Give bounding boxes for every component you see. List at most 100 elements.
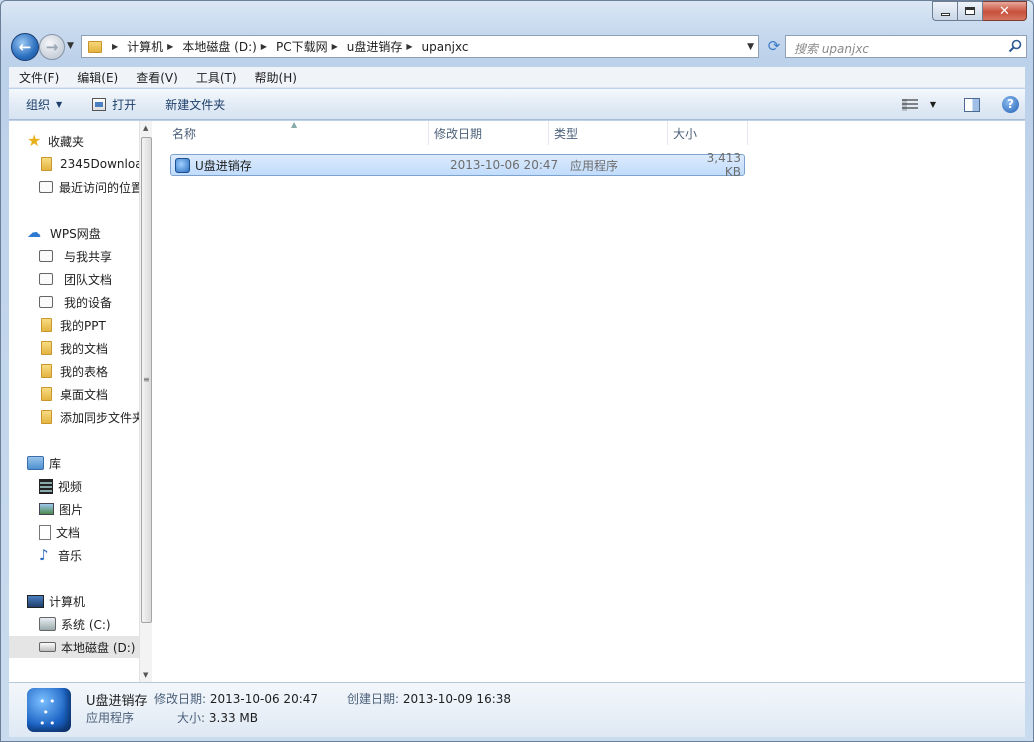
breadcrumb-separator-icon[interactable]: ▶ <box>406 42 412 51</box>
tree-drive-d[interactable]: 本地磁盘 (D:) <box>9 636 139 658</box>
breadcrumb-separator-icon[interactable]: ▶ <box>261 42 267 51</box>
file-list: ▲ 名称 修改日期 类型 大小 U盘进销存 2013-10-06 20:47 应用… <box>154 120 1025 682</box>
maximize-button[interactable] <box>958 1 983 21</box>
close-button[interactable]: ✕ <box>983 1 1027 21</box>
breadcrumb-upanjxc[interactable]: upanjxc <box>422 40 469 54</box>
column-type[interactable]: 类型 <box>549 121 668 145</box>
menu-file[interactable]: 文件(F) <box>9 69 67 86</box>
tree-wps-item[interactable]: 我的PPT <box>41 314 106 336</box>
drive-label: 本地磁盘 (D:) <box>61 640 136 655</box>
scroll-down-icon[interactable]: ▼ <box>143 671 148 679</box>
wps-item-label: 我的表格 <box>60 364 109 379</box>
breadcrumb-separator-icon[interactable]: ▶ <box>167 42 173 51</box>
column-modified[interactable]: 修改日期 <box>429 121 549 145</box>
wps-item-label: 我的PPT <box>60 318 106 333</box>
team-icon <box>39 273 53 285</box>
menu-view[interactable]: 查看(V) <box>126 69 186 86</box>
forward-button[interactable]: → <box>39 34 65 60</box>
details-created-label: 创建日期: <box>347 692 400 706</box>
menu-tools[interactable]: 工具(T) <box>186 69 245 86</box>
breadcrumb-separator-icon[interactable]: ▶ <box>112 42 118 51</box>
navigation-pane: ★ 收藏夹 2345Downloads 最近访问的位置 ☁ WPS网盘 与我共享 团… <box>9 121 152 682</box>
refresh-icon[interactable]: ⟳ <box>765 37 783 55</box>
dice-app-icon <box>27 688 71 732</box>
breadcrumb-upan-jxc[interactable]: u盘进销存 <box>347 38 403 55</box>
close-icon: ✕ <box>999 3 1010 19</box>
tree-library-item[interactable]: 视频 <box>39 475 82 497</box>
navigation-bar: ← → ▼ ▶ 计算机 ▶ 本地磁盘 (D:) ▶ PC下载网 ▶ u盘进销存 … <box>9 31 1027 61</box>
open-button[interactable]: 打开 <box>92 96 136 113</box>
library-item-label: 视频 <box>58 479 83 494</box>
file-size: 3,413 KB <box>706 151 741 179</box>
tree-drive-c[interactable]: 系统 (C:) <box>39 613 111 635</box>
minimize-button[interactable] <box>932 1 958 21</box>
video-icon <box>39 478 53 494</box>
view-options-chevron-icon[interactable]: ▼ <box>930 100 936 109</box>
tree-library-item[interactable]: ♪ 音乐 <box>39 544 82 566</box>
breadcrumb-computer[interactable]: 计算机 <box>127 38 163 55</box>
scroll-up-icon[interactable]: ▲ <box>143 124 148 132</box>
change-view-icon[interactable] <box>901 98 918 111</box>
tree-wps-item[interactable]: 我的文档 <box>41 337 108 359</box>
back-button[interactable]: ← <box>11 33 39 61</box>
tree-favorites[interactable]: ★ 收藏夹 <box>27 130 84 152</box>
chevron-down-icon: ▼ <box>56 99 63 109</box>
search-box[interactable]: 搜索 upanjxc <box>785 35 1027 58</box>
computer-label: 计算机 <box>49 594 86 609</box>
new-folder-button[interactable]: 新建文件夹 <box>165 96 225 113</box>
column-size-label: 大小 <box>673 127 698 141</box>
tree-wps-item[interactable]: 我的设备 <box>39 291 112 313</box>
tree-favorite-item[interactable]: 2345Downloads <box>41 153 152 175</box>
minimize-icon <box>940 12 950 16</box>
details-pane: U盘进销存 应用程序 修改日期: 2013-10-06 20:47 大小: 3.… <box>9 682 1025 737</box>
tree-wps-item[interactable]: 与我共享 <box>39 245 112 267</box>
breadcrumb-drive-d[interactable]: 本地磁盘 (D:) <box>182 38 256 55</box>
column-name[interactable]: ▲ 名称 <box>154 120 429 145</box>
menu-edit[interactable]: 编辑(E) <box>67 69 126 86</box>
tree-computer[interactable]: 计算机 <box>27 590 85 612</box>
search-icon[interactable] <box>1008 39 1022 53</box>
navigation-scrollbar[interactable]: ▲ ≡ ▼ <box>139 121 152 682</box>
folder-icon <box>41 318 52 332</box>
library-item-label: 图片 <box>59 502 84 517</box>
folder-icon <box>41 157 52 171</box>
wps-label: WPS网盘 <box>50 226 101 241</box>
search-placeholder: 搜索 upanjxc <box>794 42 870 56</box>
tree-library-item[interactable]: 图片 <box>39 498 83 520</box>
explorer-window: ✕ ← → ▼ ▶ 计算机 ▶ 本地磁盘 (D:) ▶ PC下载网 ▶ u盘进销… <box>0 0 1034 742</box>
tree-favorite-item[interactable]: 最近访问的位置 <box>39 176 143 198</box>
folder-icon <box>41 387 52 401</box>
preview-pane-icon[interactable] <box>964 97 980 112</box>
details-size-value: 3.33 MB <box>208 711 258 725</box>
details-created: 创建日期: 2013-10-09 16:38 <box>347 690 511 707</box>
breadcrumb-separator-icon[interactable]: ▶ <box>332 42 338 51</box>
breadcrumb-pc-download[interactable]: PC下载网 <box>276 38 328 55</box>
scroll-grip-icon: ≡ <box>143 375 150 384</box>
tree-wps-item[interactable]: 添加同步文件夹 <box>41 406 144 428</box>
organize-button[interactable]: 组织 ▼ <box>26 96 62 113</box>
tree-wps-item[interactable]: 我的表格 <box>41 360 108 382</box>
tree-wps-item[interactable]: 桌面文档 <box>41 383 108 405</box>
system-drive-icon <box>39 617 56 631</box>
picture-icon <box>39 503 54 515</box>
column-name-label: 名称 <box>172 127 197 141</box>
column-header: ▲ 名称 修改日期 类型 大小 <box>154 120 748 145</box>
address-dropdown-icon[interactable]: ▼ <box>747 42 754 52</box>
command-bar: 组织 ▼ 打开 新建文件夹 ▼ ? <box>9 89 1025 120</box>
device-icon <box>39 296 53 308</box>
address-bar[interactable]: ▶ 计算机 ▶ 本地磁盘 (D:) ▶ PC下载网 ▶ u盘进销存 ▶ upan… <box>81 35 759 58</box>
help-icon[interactable]: ? <box>1002 96 1019 113</box>
library-item-label: 文档 <box>56 525 81 540</box>
file-row[interactable]: U盘进销存 2013-10-06 20:47 应用程序 3,413 KB <box>170 151 745 179</box>
tree-wps-item[interactable]: 团队文档 <box>39 268 112 290</box>
column-size[interactable]: 大小 <box>668 121 748 145</box>
tree-library-item[interactable]: 文档 <box>39 521 80 543</box>
recent-pages-dropdown[interactable]: ▼ <box>67 41 74 51</box>
star-icon: ★ <box>27 131 42 150</box>
tree-library[interactable]: 库 <box>27 452 61 474</box>
menu-help[interactable]: 帮助(H) <box>245 69 305 86</box>
tree-wps[interactable]: ☁ WPS网盘 <box>27 222 101 244</box>
wps-item-label: 桌面文档 <box>60 387 109 402</box>
details-file-name: U盘进销存 <box>86 694 148 709</box>
document-icon <box>39 524 51 540</box>
